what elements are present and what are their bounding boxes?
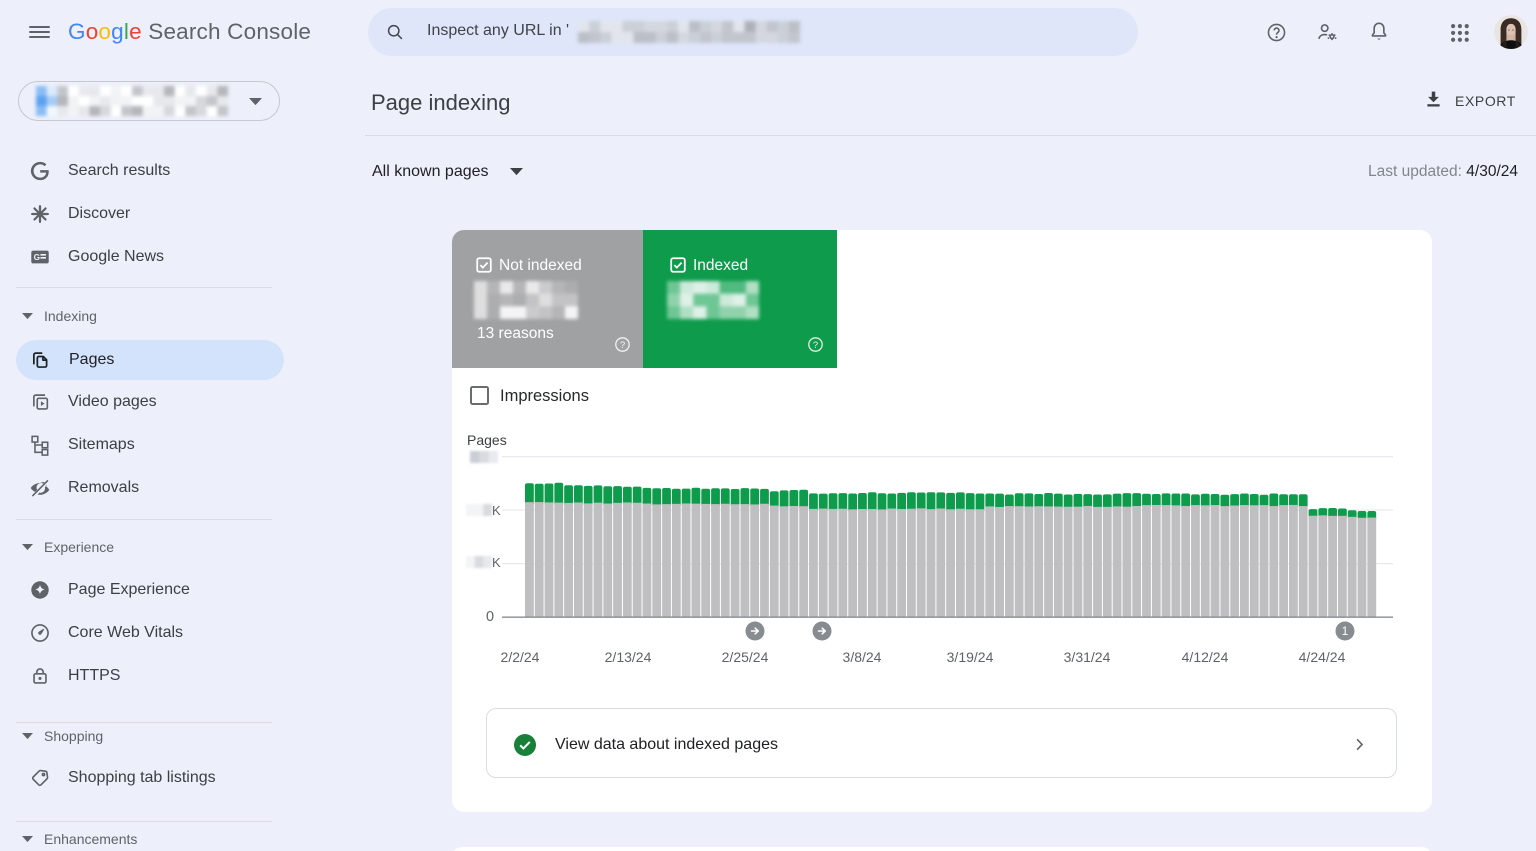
svg-text:3/31/24: 3/31/24 <box>1064 649 1111 665</box>
svg-text:4/12/24: 4/12/24 <box>1182 649 1229 665</box>
svg-text:3/8/24: 3/8/24 <box>843 649 882 665</box>
svg-text:?: ? <box>813 340 818 351</box>
svg-text:G: G <box>34 253 40 262</box>
svg-text:2/13/24: 2/13/24 <box>605 649 652 665</box>
svg-text:4/24/24: 4/24/24 <box>1299 649 1346 665</box>
svg-text:1: 1 <box>1342 624 1349 638</box>
svg-text:2/2/24: 2/2/24 <box>501 649 540 665</box>
svg-text:?: ? <box>620 340 625 351</box>
svg-text:3/19/24: 3/19/24 <box>947 649 994 665</box>
svg-text:2/25/24: 2/25/24 <box>722 649 769 665</box>
